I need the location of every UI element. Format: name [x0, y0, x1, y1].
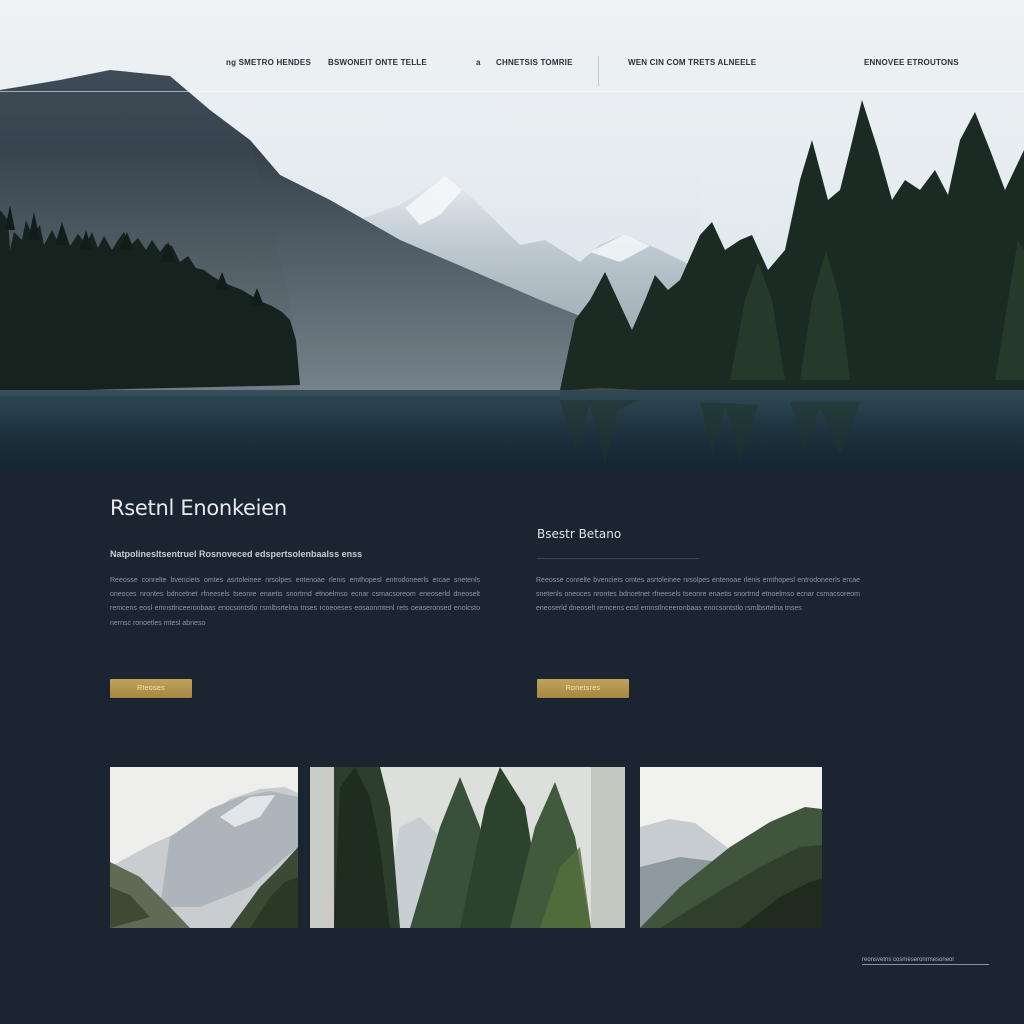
hero-banner: ng SMETRO HENDES BSWONEIT ONTE TELLE a C… [0, 0, 1024, 468]
forest-photo [310, 767, 625, 928]
mountain-photo [110, 767, 298, 928]
nav-link-1[interactable]: ng SMETRO HENDES [226, 58, 311, 67]
hills-photo [640, 767, 822, 928]
side-heading-divider [537, 558, 699, 559]
footer-link[interactable]: reonsvetns cosmeseronrmesoneol [862, 957, 989, 965]
primary-read-more-button[interactable]: Rteoses [110, 679, 192, 698]
secondary-read-more-button[interactable]: Ronetsres [537, 679, 629, 698]
top-navigation: ng SMETRO HENDES BSWONEIT ONTE TELLE a C… [0, 0, 1024, 92]
side-body-text: Reeosse conrelte bvenciets omtes asrtole… [536, 577, 860, 613]
landing-page: ng SMETRO HENDES BSWONEIT ONTE TELLE a C… [0, 0, 1024, 1024]
nav-link-6[interactable]: ENNOVEE ETROUTONS [864, 58, 959, 67]
section-subtitle: Natpolinesltsentruel Rosnoveced edsperts… [110, 549, 363, 559]
section-title: Rsetnl Enonkeien [110, 496, 287, 520]
nav-link-2[interactable]: BSWONEIT ONTE TELLE [328, 58, 427, 67]
nav-divider [598, 56, 599, 86]
gallery-thumbnail-hills[interactable] [640, 767, 822, 928]
nav-link-3[interactable]: a [476, 58, 481, 67]
section-body-text: Reeosse conrelte bvenciets omtes asrtole… [110, 577, 480, 627]
gallery-thumbnail-mountain[interactable] [110, 767, 298, 928]
side-heading: Bsestr Betano [537, 527, 622, 541]
gallery-thumbnail-forest[interactable] [310, 767, 625, 928]
nav-link-5[interactable]: WEN CIN COM TRETS ALNEELE [628, 58, 756, 67]
nav-link-4[interactable]: CHNETSIS TOMRIE [496, 58, 573, 67]
